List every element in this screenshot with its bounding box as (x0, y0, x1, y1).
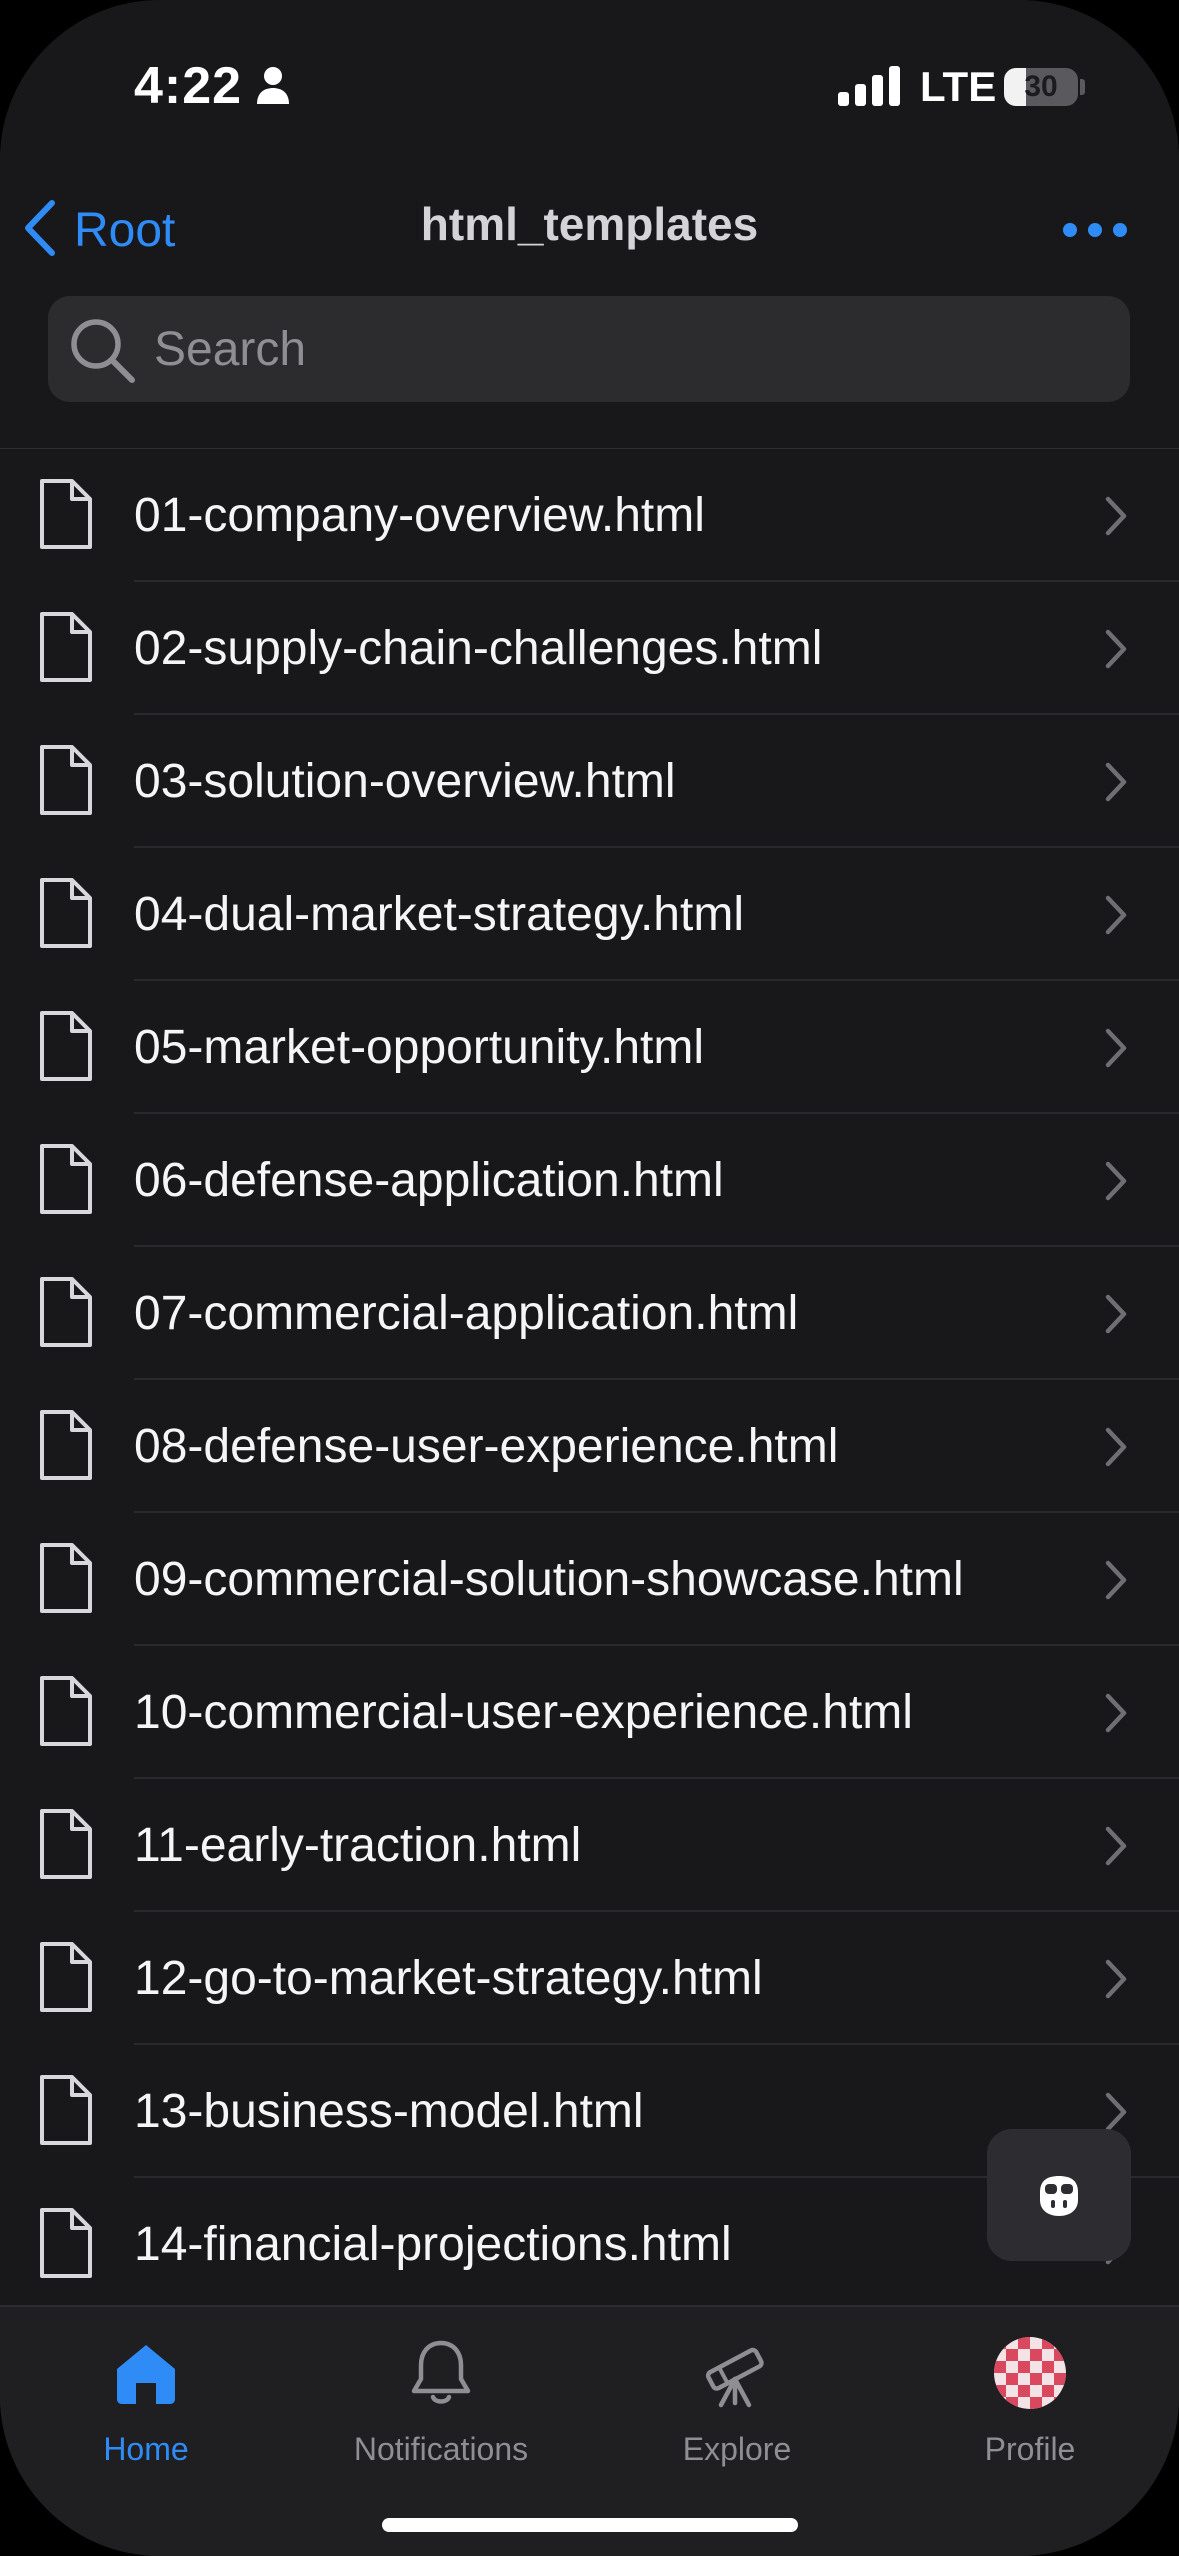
search-icon (68, 316, 138, 391)
tab-label: Home (103, 2431, 189, 2467)
status-bar: 4:22 LTE 30 (0, 0, 1179, 175)
phone-screen: 4:22 LTE 30 Root html_templates Search 0… (0, 0, 1179, 2556)
navigation-bar: Root html_templates (0, 175, 1179, 285)
file-icon (38, 1807, 94, 1886)
chevron-right-icon (1104, 1027, 1128, 1074)
home-indicator[interactable] (382, 2518, 798, 2532)
file-icon (38, 1009, 94, 1088)
file-row[interactable]: 06-defense-application.html (0, 1114, 1179, 1247)
chevron-right-icon (1104, 1160, 1128, 1207)
ellipsis-icon (1060, 223, 1130, 259)
file-name: 08-defense-user-experience.html (134, 1420, 839, 1473)
file-name: 07-commercial-application.html (134, 1287, 799, 1340)
avatar (994, 2337, 1066, 2409)
file-icon (38, 1674, 94, 1753)
file-icon (38, 743, 94, 822)
tab-label: Profile (984, 2431, 1076, 2467)
chevron-right-icon (1104, 1293, 1128, 1340)
tab-home[interactable]: Home (36, 2327, 256, 2477)
chevron-right-icon (1104, 1958, 1128, 2005)
file-name: 03-solution-overview.html (134, 755, 676, 808)
battery-nub (1080, 79, 1085, 95)
file-row[interactable]: 03-solution-overview.html (0, 715, 1179, 848)
chevron-right-icon (1104, 1426, 1128, 1473)
file-row[interactable]: 12-go-to-market-strategy.html (0, 1912, 1179, 2045)
file-list: 01-company-overview.html 02-supply-chain-… (0, 449, 1179, 2305)
file-name: 14-financial-projections.html (134, 2218, 732, 2271)
file-icon (38, 477, 94, 556)
tab-explore[interactable]: Explore (627, 2327, 847, 2477)
file-icon (38, 1142, 94, 1221)
search-bar[interactable] (48, 296, 1130, 402)
file-icon (38, 1940, 94, 2019)
file-row[interactable]: 08-defense-user-experience.html (0, 1380, 1179, 1513)
file-name: 05-market-opportunity.html (134, 1021, 704, 1074)
file-name: 04-dual-market-strategy.html (134, 888, 744, 941)
file-row[interactable]: 01-company-overview.html (0, 449, 1179, 582)
file-name: 13-business-model.html (134, 2085, 644, 2138)
tab-label: Notifications (353, 2431, 529, 2467)
chevron-right-icon (1104, 1825, 1128, 1872)
tab-icon-container (920, 2337, 1140, 2417)
tab-notifications[interactable]: Notifications (331, 2327, 551, 2477)
file-row[interactable]: 04-dual-market-strategy.html (0, 848, 1179, 981)
telescope-icon (705, 2347, 764, 2408)
person-icon (256, 66, 290, 111)
file-icon (38, 1541, 94, 1620)
file-icon (38, 1275, 94, 1354)
file-row[interactable]: 02-supply-chain-challenges.html (0, 582, 1179, 715)
chevron-right-icon (1104, 1559, 1128, 1606)
battery-icon: 30 (1004, 68, 1078, 106)
file-name: 06-defense-application.html (134, 1154, 724, 1207)
tab-icon-container (331, 2337, 551, 2417)
file-name: 12-go-to-market-strategy.html (134, 1952, 763, 2005)
chevron-right-icon (1104, 761, 1128, 808)
tab-label: Explore (682, 2431, 792, 2467)
cellular-signal-icon (838, 66, 902, 111)
file-icon (38, 1408, 94, 1487)
file-icon (38, 610, 94, 689)
copilot-button[interactable] (988, 2130, 1130, 2260)
chevron-right-icon (1104, 495, 1128, 542)
tab-icon-container (627, 2337, 847, 2417)
tab-profile[interactable]: Profile (920, 2327, 1140, 2477)
network-type: LTE (920, 63, 997, 110)
file-row[interactable]: 10-commercial-user-experience.html (0, 1646, 1179, 1779)
more-options-button[interactable] (1060, 205, 1130, 255)
file-row[interactable]: 09-commercial-solution-showcase.html (0, 1513, 1179, 1646)
file-row[interactable]: 07-commercial-application.html (0, 1247, 1179, 1380)
file-name: 10-commercial-user-experience.html (134, 1686, 913, 1739)
file-name: 01-company-overview.html (134, 489, 705, 542)
file-row[interactable]: 05-market-opportunity.html (0, 981, 1179, 1114)
search-input[interactable] (152, 296, 1092, 402)
copilot-icon (1034, 2170, 1084, 2225)
file-icon (38, 2073, 94, 2152)
file-row[interactable]: 11-early-traction.html (0, 1779, 1179, 1912)
chevron-right-icon (1104, 894, 1128, 941)
file-icon (38, 2206, 94, 2285)
page-title: html_templates (420, 198, 759, 250)
chevron-right-icon (1104, 628, 1128, 675)
battery-percent: 30 (1024, 70, 1058, 103)
tab-icon-container (36, 2337, 256, 2417)
chevron-right-icon (1104, 1692, 1128, 1739)
status-time: 4:22 (134, 57, 243, 115)
file-name: 09-commercial-solution-showcase.html (134, 1553, 964, 1606)
file-icon (38, 876, 94, 955)
bell-icon (411, 2340, 471, 2404)
file-name: 02-supply-chain-challenges.html (134, 622, 823, 675)
file-name: 11-early-traction.html (134, 1819, 582, 1872)
home-icon (117, 2345, 175, 2404)
